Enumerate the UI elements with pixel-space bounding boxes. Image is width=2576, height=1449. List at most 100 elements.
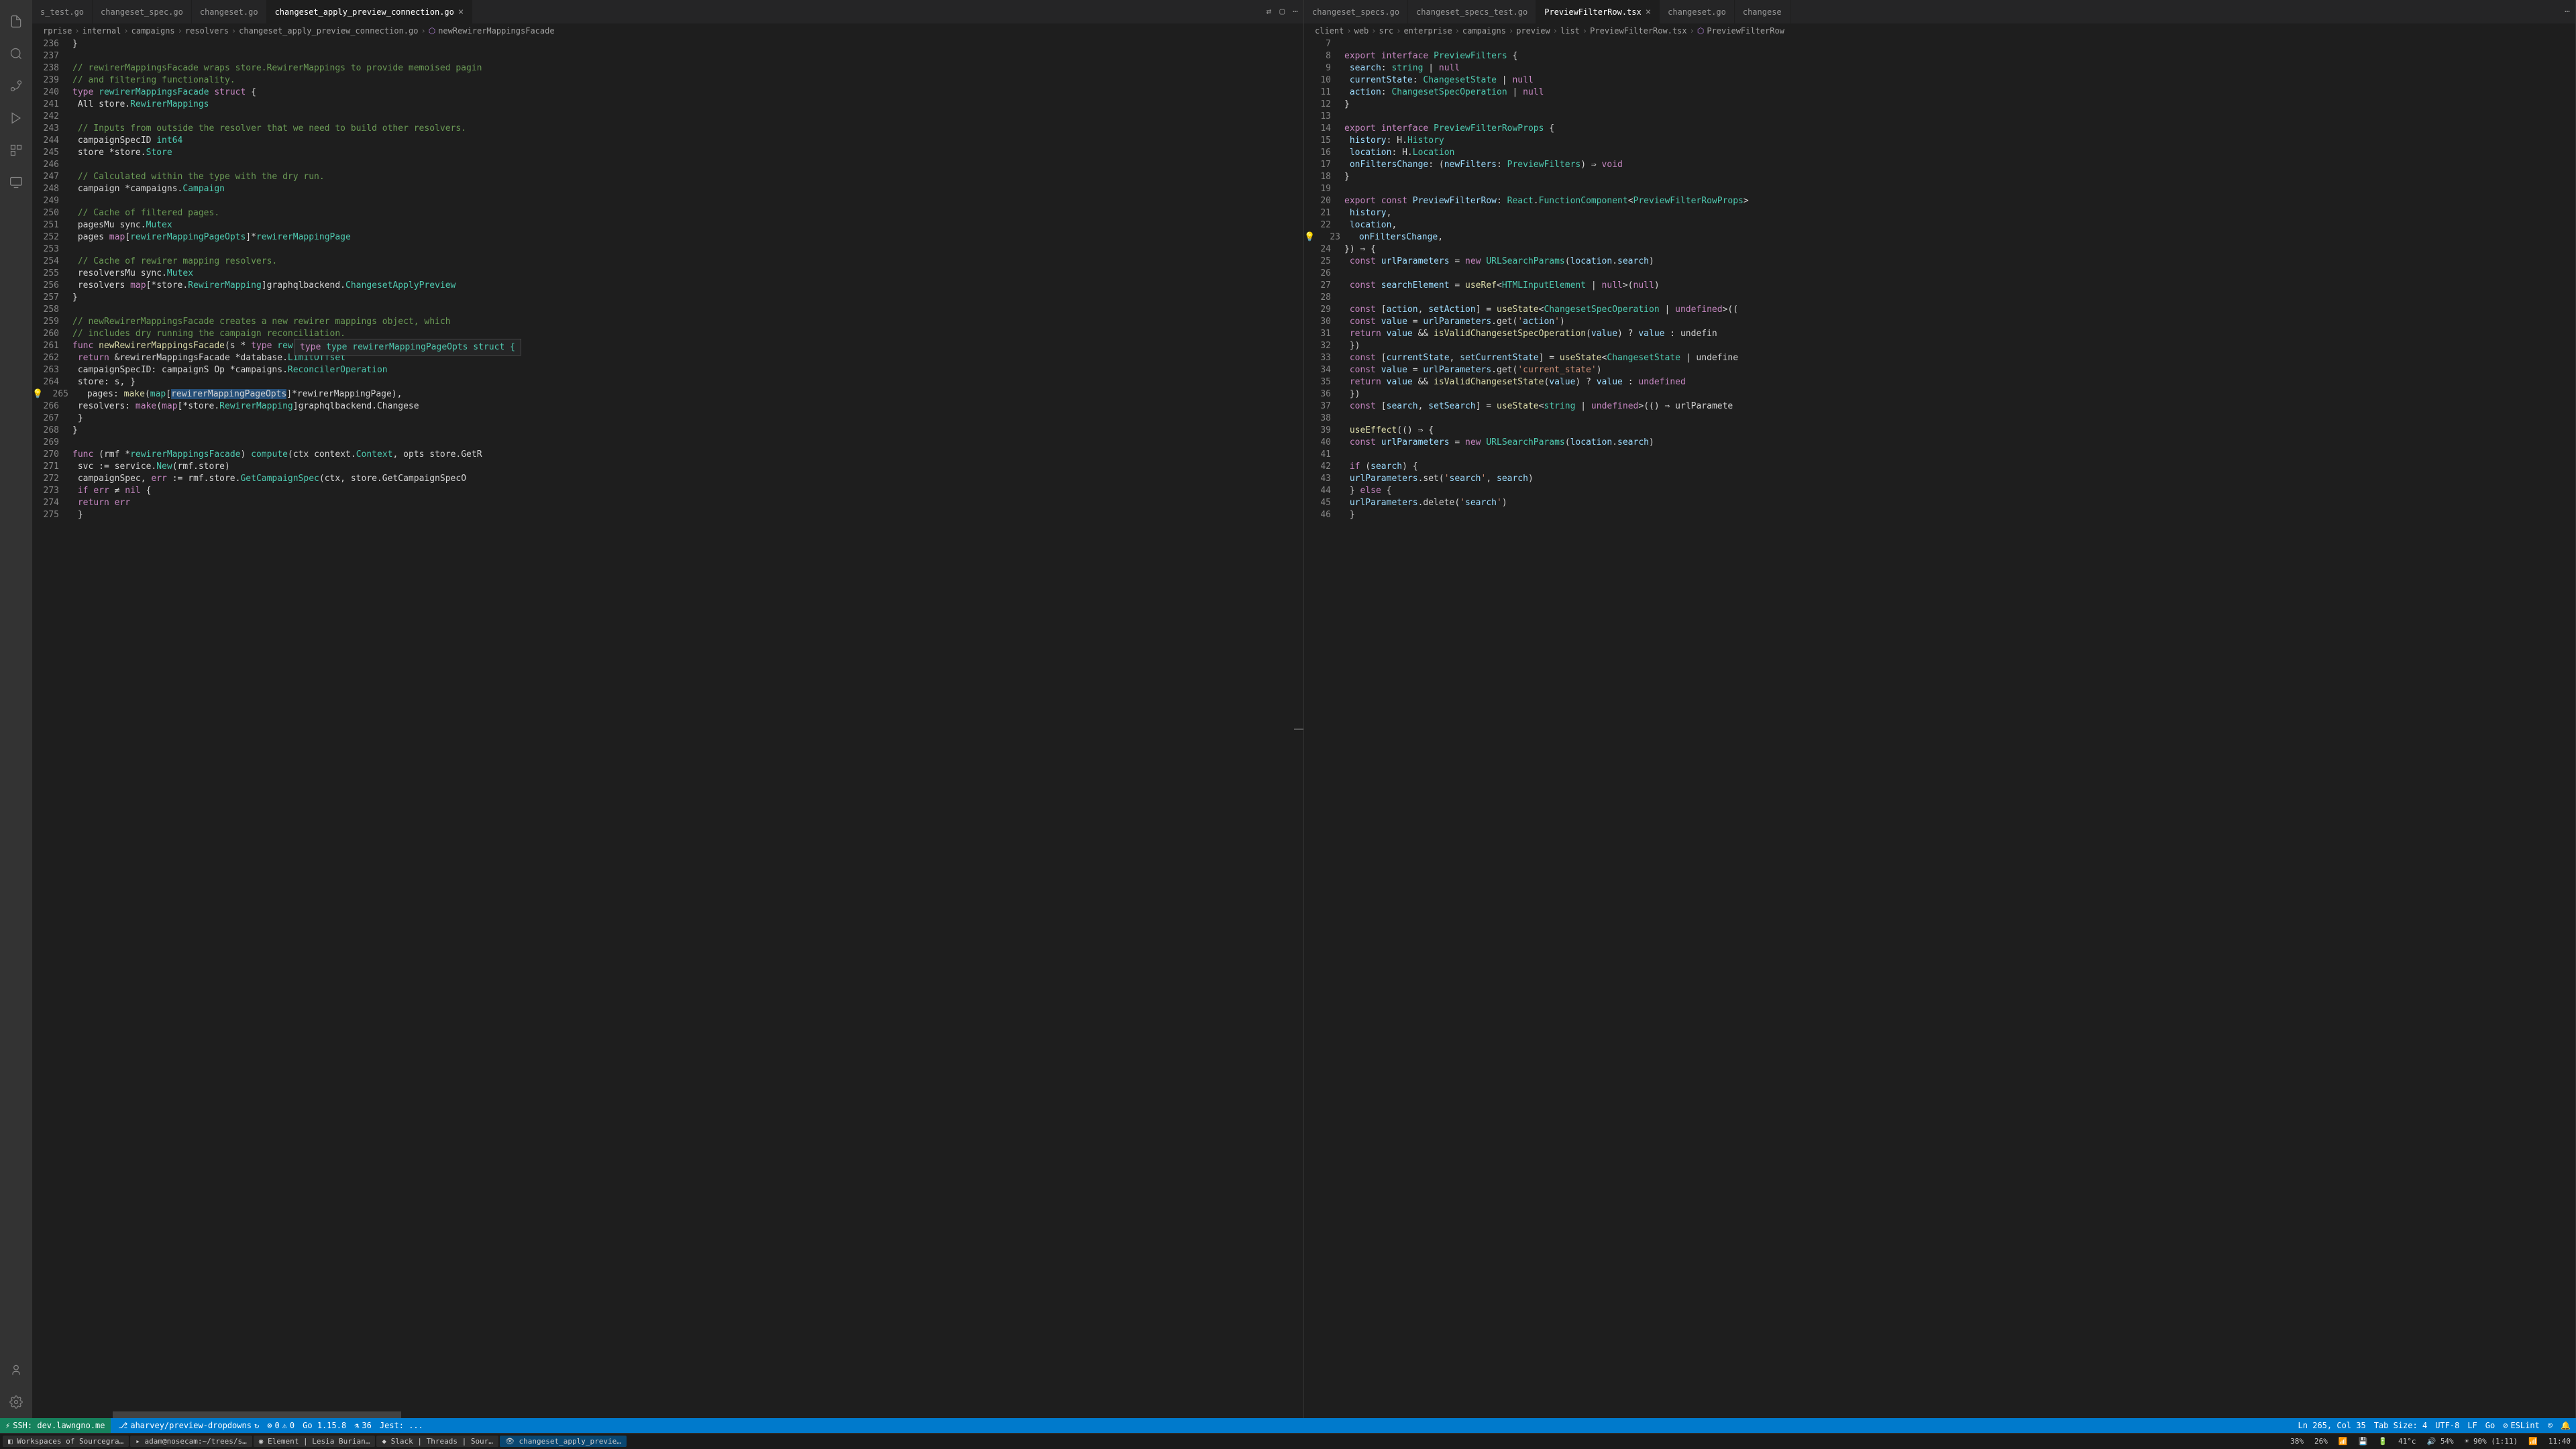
- code-line[interactable]: 266 resolvers: make(map[*store.RewirerMa…: [32, 400, 1294, 413]
- feedback-icon[interactable]: ☺: [2548, 1421, 2553, 1430]
- code-line[interactable]: 28: [1304, 292, 2566, 304]
- code-line[interactable]: 35 return value && isValidChangesetState…: [1304, 376, 2566, 388]
- taskbar-item[interactable]: ◉ Element | Lesia Burian…: [254, 1436, 376, 1447]
- code-line[interactable]: 260// includes dry running the campaign …: [32, 328, 1294, 340]
- tab-s-test-go[interactable]: s_test.go: [32, 0, 93, 23]
- jest-status[interactable]: Jest: ...: [380, 1421, 423, 1430]
- tab-size[interactable]: Tab Size: 4: [2374, 1421, 2427, 1430]
- code-line[interactable]: 22 location,: [1304, 219, 2566, 231]
- code-line[interactable]: 259// newRewirerMappingsFacade creates a…: [32, 316, 1294, 328]
- code-line[interactable]: 275 }: [32, 509, 1294, 521]
- code-line[interactable]: 8export interface PreviewFilters {: [1304, 50, 2566, 62]
- more-icon[interactable]: ⋯: [2565, 7, 2570, 17]
- branch-indicator[interactable]: ⎇aharvey/preview-dropdowns↻: [119, 1421, 260, 1430]
- taskbar-item[interactable]: ◧ Workspaces of Sourcegra…: [3, 1436, 129, 1447]
- left-breadcrumb[interactable]: rprise› internal› campaigns› resolvers› …: [32, 23, 1303, 38]
- eol[interactable]: LF: [2467, 1421, 2477, 1430]
- code-line[interactable]: 256 resolvers map[*store.RewirerMapping]…: [32, 280, 1294, 292]
- compare-icon[interactable]: ⇄: [1267, 7, 1272, 17]
- left-code-area[interactable]: 236}237238// rewirerMappingsFacade wraps…: [32, 38, 1303, 1418]
- code-line[interactable]: 💡265 pages: make(map[rewirerMappingPageO…: [32, 388, 1294, 400]
- source-control-icon[interactable]: [0, 70, 32, 102]
- code-line[interactable]: 253: [32, 244, 1294, 256]
- code-line[interactable]: 26: [1304, 268, 2566, 280]
- code-line[interactable]: 250 // Cache of filtered pages.: [32, 207, 1294, 219]
- code-line[interactable]: 13: [1304, 111, 2566, 123]
- tab-preview-filter-row-tsx[interactable]: PreviewFilterRow.tsx×: [1536, 0, 1660, 23]
- code-line[interactable]: 43 urlParameters.set('search', search): [1304, 473, 2566, 485]
- go-version[interactable]: Go 1.15.8: [303, 1421, 346, 1430]
- code-line[interactable]: 236}: [32, 38, 1294, 50]
- bell-icon[interactable]: 🔔: [2561, 1421, 2571, 1430]
- more-icon[interactable]: ⋯: [1293, 7, 1298, 17]
- encoding[interactable]: UTF-8: [2435, 1421, 2459, 1430]
- code-line[interactable]: 246: [32, 159, 1294, 171]
- code-line[interactable]: 31 return value && isValidChangesetSpecO…: [1304, 328, 2566, 340]
- code-line[interactable]: 270func (rmf *rewirerMappingsFacade) com…: [32, 449, 1294, 461]
- tab-changeset-apply-preview-connection-go[interactable]: changeset_apply_preview_connection.go×: [267, 0, 473, 23]
- cursor-position[interactable]: Ln 265, Col 35: [2298, 1421, 2366, 1430]
- run-debug-icon[interactable]: [0, 102, 32, 134]
- taskbar-item[interactable]: ◆ Slack | Threads | Sour…: [376, 1436, 498, 1447]
- code-line[interactable]: 255 resolversMu sync.Mutex: [32, 268, 1294, 280]
- right-code-area[interactable]: 78export interface PreviewFilters {9 sea…: [1304, 38, 2575, 1418]
- problems-indicator[interactable]: ⊗0⚠0: [267, 1421, 294, 1430]
- code-line[interactable]: 29 const [action, setAction] = useState<…: [1304, 304, 2566, 316]
- code-line[interactable]: 💡23 onFiltersChange,: [1304, 231, 2566, 244]
- code-line[interactable]: 40 const urlParameters = new URLSearchPa…: [1304, 437, 2566, 449]
- tab-changeset-specs-test-go[interactable]: changeset_specs_test.go: [1408, 0, 1536, 23]
- code-line[interactable]: 249: [32, 195, 1294, 207]
- close-icon[interactable]: ×: [458, 7, 464, 17]
- code-line[interactable]: 32 }): [1304, 340, 2566, 352]
- code-line[interactable]: 18}: [1304, 171, 2566, 183]
- eslint-status[interactable]: ⊘ESLint: [2503, 1421, 2540, 1430]
- code-line[interactable]: 267 }: [32, 413, 1294, 425]
- code-line[interactable]: 258: [32, 304, 1294, 316]
- code-line[interactable]: 240type rewirerMappingsFacade struct {: [32, 87, 1294, 99]
- code-line[interactable]: 254 // Cache of rewirer mapping resolver…: [32, 256, 1294, 268]
- code-line[interactable]: 25 const urlParameters = new URLSearchPa…: [1304, 256, 2566, 268]
- code-line[interactable]: 41: [1304, 449, 2566, 461]
- code-line[interactable]: 264 store: s, }: [32, 376, 1294, 388]
- search-icon[interactable]: [0, 38, 32, 70]
- code-line[interactable]: 24}) ⇒ {: [1304, 244, 2566, 256]
- code-line[interactable]: 12}: [1304, 99, 2566, 111]
- code-line[interactable]: 42 if (search) {: [1304, 461, 2566, 473]
- code-line[interactable]: 17 onFiltersChange: (newFilters: Preview…: [1304, 159, 2566, 171]
- files-icon[interactable]: [0, 5, 32, 38]
- code-line[interactable]: 247 // Calculated within the type with t…: [32, 171, 1294, 183]
- code-line[interactable]: 271 svc := service.New(rmf.store): [32, 461, 1294, 473]
- code-line[interactable]: 263 campaignSpecID: campaignS Op *campai…: [32, 364, 1294, 376]
- code-line[interactable]: 34 const value = urlParameters.get('curr…: [1304, 364, 2566, 376]
- code-line[interactable]: 248 campaign *campaigns.Campaign: [32, 183, 1294, 195]
- code-line[interactable]: 37 const [search, setSearch] = useState<…: [1304, 400, 2566, 413]
- extensions-icon[interactable]: [0, 134, 32, 166]
- tab-changeset-go[interactable]: changeset.go: [192, 0, 267, 23]
- remote-explorer-icon[interactable]: [0, 166, 32, 199]
- code-line[interactable]: 274 return err: [32, 497, 1294, 509]
- code-line[interactable]: 10 currentState: ChangesetState | null: [1304, 74, 2566, 87]
- code-line[interactable]: 242: [32, 111, 1294, 123]
- tab-changeset-specs-go[interactable]: changeset_specs.go: [1304, 0, 1408, 23]
- tab-changeset-go-right[interactable]: changeset.go: [1660, 0, 1735, 23]
- code-line[interactable]: 20export const PreviewFilterRow: React.F…: [1304, 195, 2566, 207]
- code-line[interactable]: 7: [1304, 38, 2566, 50]
- settings-gear-icon[interactable]: [0, 1386, 32, 1418]
- code-line[interactable]: 45 urlParameters.delete('search'): [1304, 497, 2566, 509]
- code-line[interactable]: 245 store *store.Store: [32, 147, 1294, 159]
- code-line[interactable]: 16 location: H.Location: [1304, 147, 2566, 159]
- code-line[interactable]: 21 history,: [1304, 207, 2566, 219]
- code-line[interactable]: 244 campaignSpecID int64: [32, 135, 1294, 147]
- code-line[interactable]: 257}: [32, 292, 1294, 304]
- code-line[interactable]: 11 action: ChangesetSpecOperation | null: [1304, 87, 2566, 99]
- code-line[interactable]: 251 pagesMu sync.Mutex: [32, 219, 1294, 231]
- code-line[interactable]: 268}: [32, 425, 1294, 437]
- language-mode[interactable]: Go: [2485, 1421, 2495, 1430]
- tab-changese[interactable]: changese: [1735, 0, 1790, 23]
- code-line[interactable]: 33 const [currentState, setCurrentState]…: [1304, 352, 2566, 364]
- code-line[interactable]: 269: [32, 437, 1294, 449]
- code-line[interactable]: 239// and filtering functionality.: [32, 74, 1294, 87]
- code-line[interactable]: 243 // Inputs from outside the resolver …: [32, 123, 1294, 135]
- code-line[interactable]: 272 campaignSpec, err := rmf.store.GetCa…: [32, 473, 1294, 485]
- left-minimap[interactable]: [1294, 38, 1303, 1418]
